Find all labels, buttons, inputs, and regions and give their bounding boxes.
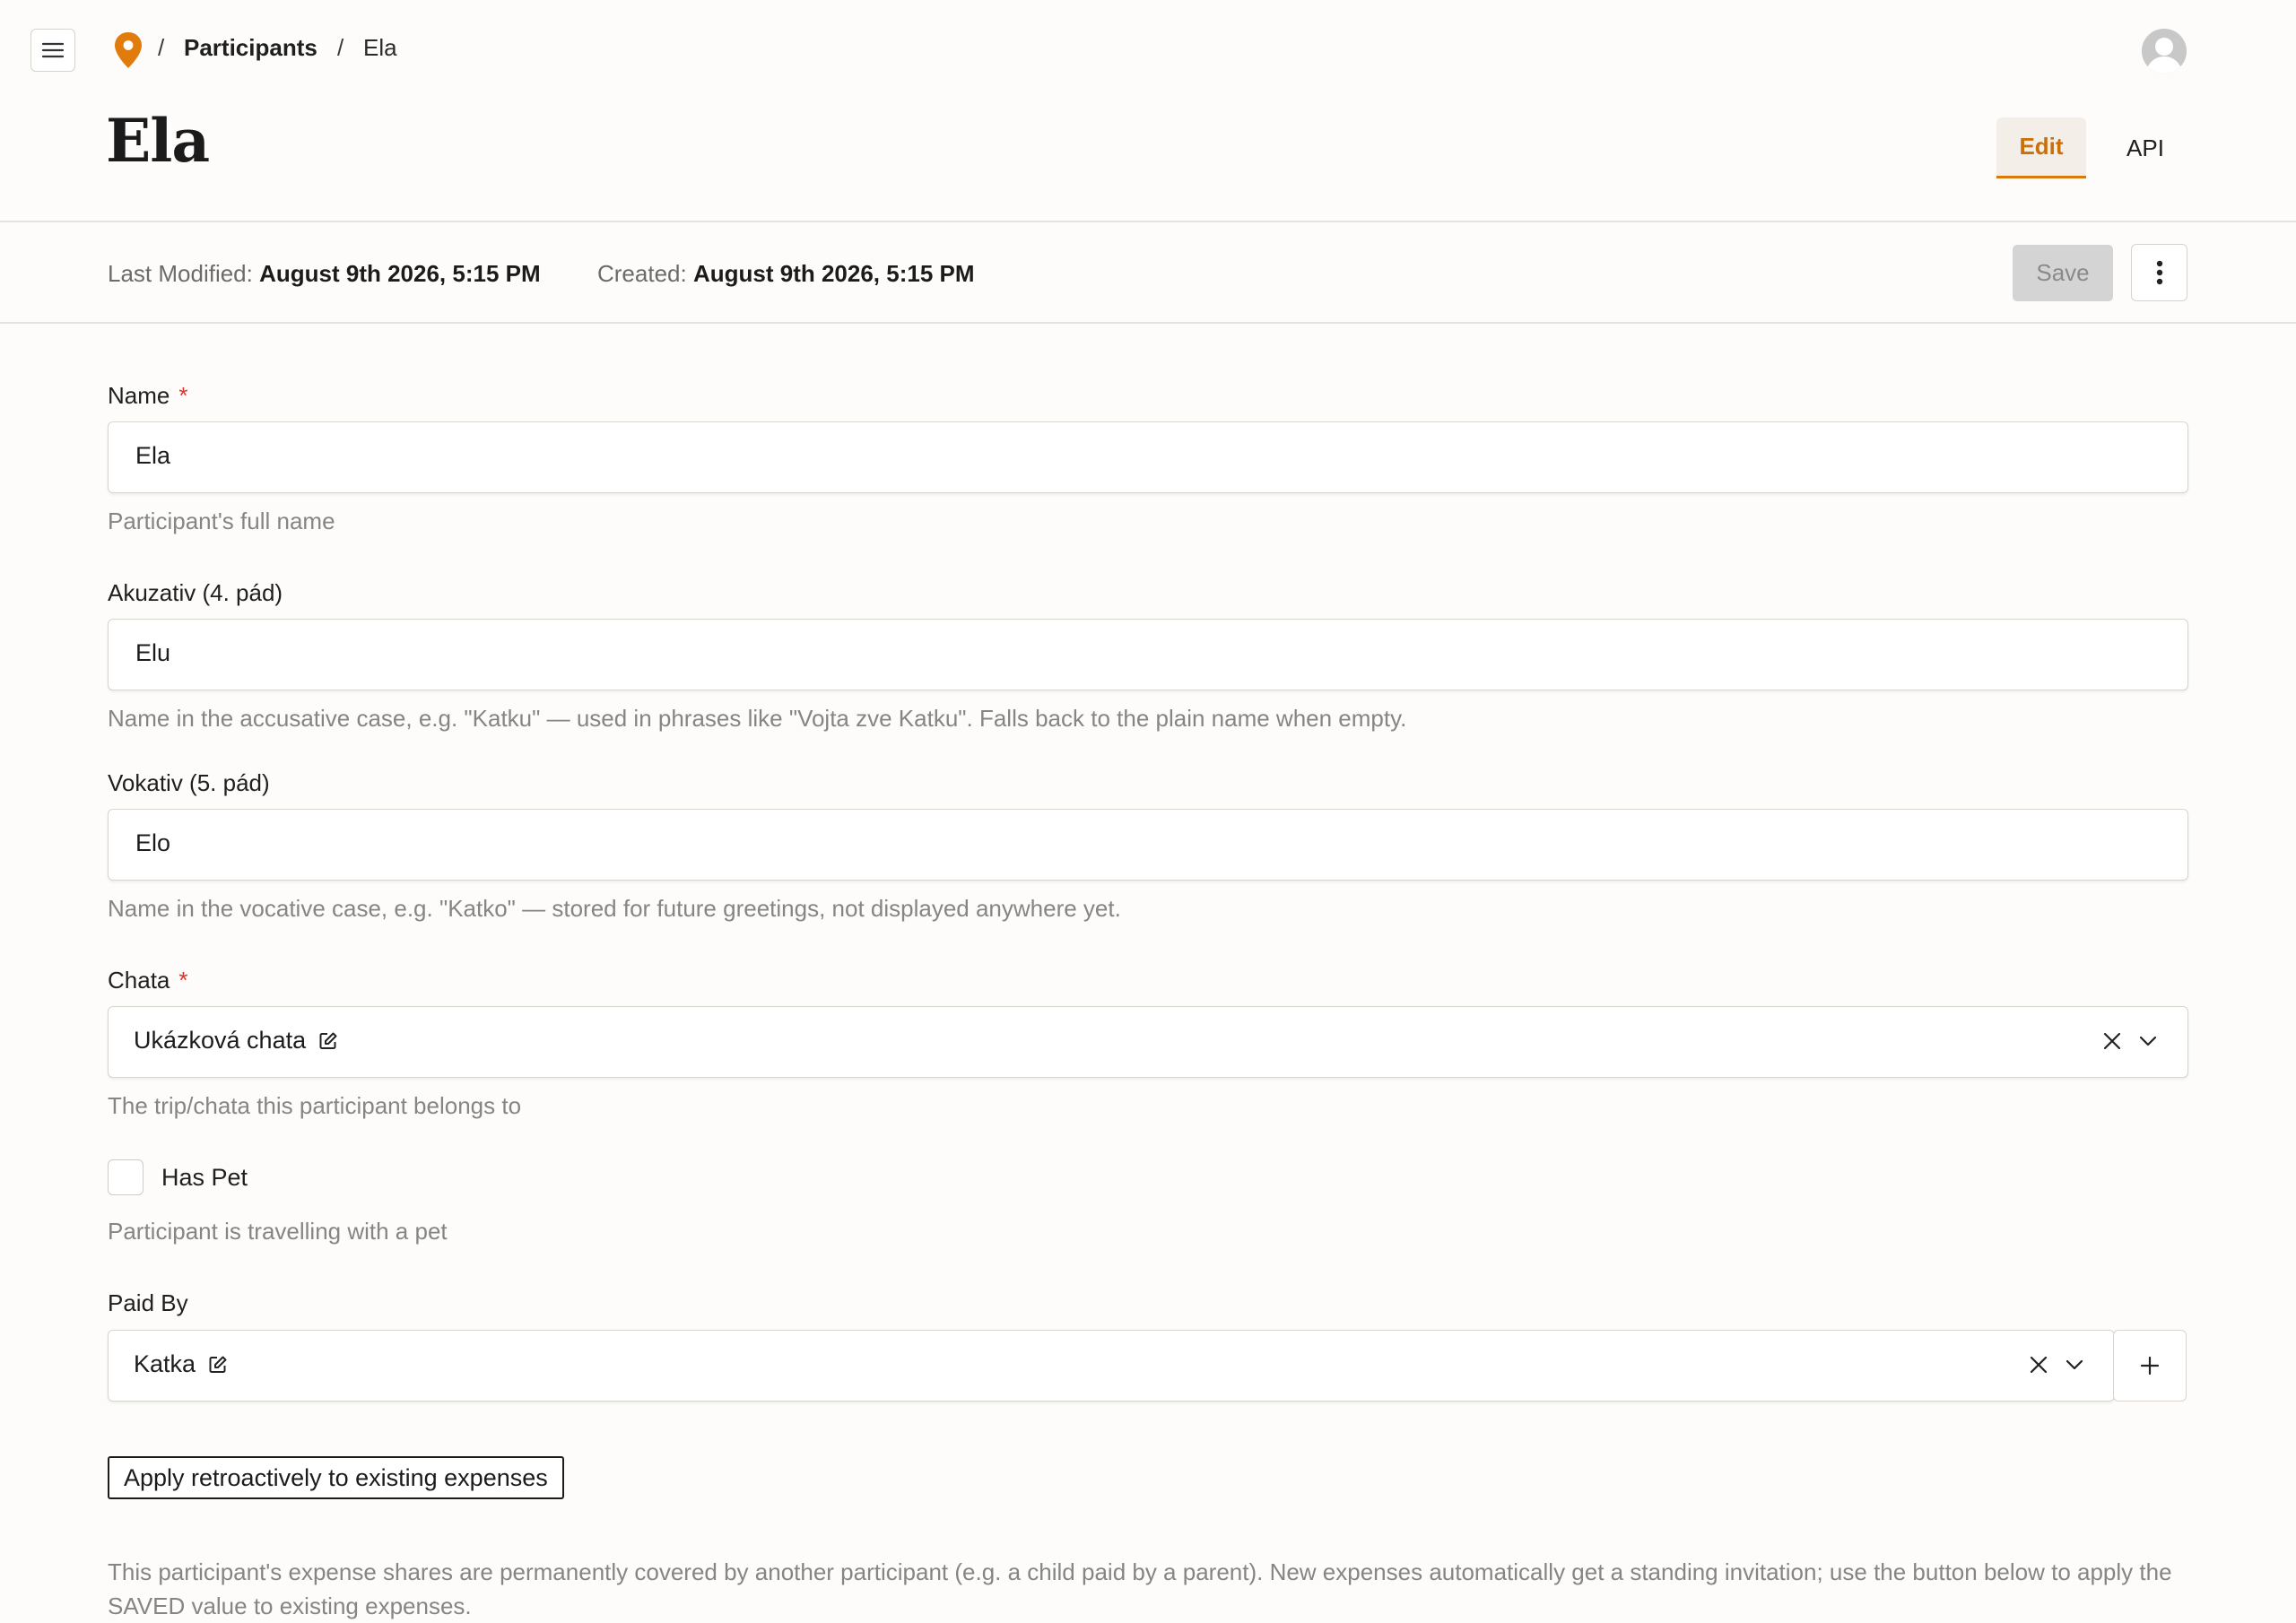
chata-selected: Ukázková chata xyxy=(134,1027,338,1055)
last-modified: Last Modified: August 9th 2026, 5:15 PM xyxy=(108,260,541,288)
edit-square-icon[interactable] xyxy=(318,1031,338,1051)
has-pet-checkbox[interactable] xyxy=(108,1159,144,1195)
has-pet-label[interactable]: Has Pet xyxy=(161,1164,248,1192)
created-value: August 9th 2026, 5:15 PM xyxy=(692,260,975,287)
name-help: Participant's full name xyxy=(108,508,335,534)
chata-help: The trip/chata this participant belongs … xyxy=(108,1092,522,1119)
chata-selected-value: Ukázková chata xyxy=(134,1027,307,1054)
apply-retroactively-button[interactable]: Apply retroactively to existing expenses xyxy=(108,1456,564,1499)
hamburger-icon xyxy=(42,42,64,58)
chevron-down-icon[interactable] xyxy=(2064,1354,2085,1376)
name-field[interactable]: Ela xyxy=(108,421,2188,493)
close-icon[interactable] xyxy=(2101,1030,2123,1052)
plus-icon xyxy=(2139,1355,2161,1376)
chata-label: Chata * xyxy=(108,967,188,994)
paid-by-help: This participant's expense shares are pe… xyxy=(108,1558,2172,1619)
created-label: Created: xyxy=(597,260,687,287)
vokativ-field-value: Elo xyxy=(135,829,171,856)
breadcrumb-participants-link[interactable]: Participants xyxy=(184,34,317,62)
paid-by-selected-value: Katka xyxy=(134,1350,196,1377)
page-title: Ela xyxy=(106,106,210,176)
vokativ-field[interactable]: Elo xyxy=(108,809,2188,881)
akuzativ-field[interactable]: Elu xyxy=(108,619,2188,690)
last-modified-value: August 9th 2026, 5:15 PM xyxy=(259,260,541,287)
kebab-icon xyxy=(2156,260,2163,285)
akuzativ-label: Akuzativ (4. pád) xyxy=(108,579,283,606)
menu-button[interactable] xyxy=(30,29,75,72)
save-button[interactable]: Save xyxy=(2013,245,2113,301)
divider xyxy=(0,322,2296,324)
breadcrumb-separator: / xyxy=(337,34,344,61)
required-mark: * xyxy=(178,967,188,994)
tab-edit[interactable]: Edit xyxy=(1996,117,2086,178)
vokativ-label: Vokativ (5. pád) xyxy=(108,769,270,796)
close-icon[interactable] xyxy=(2028,1354,2049,1376)
edit-square-icon[interactable] xyxy=(208,1355,228,1375)
chevron-down-icon[interactable] xyxy=(2137,1030,2159,1052)
name-label: Name * xyxy=(108,382,187,410)
tab-api[interactable]: API xyxy=(2108,117,2183,178)
vokativ-help: Name in the vocative case, e.g. "Katko" … xyxy=(108,895,1121,922)
akuzativ-help: Name in the accusative case, e.g. "Katku… xyxy=(108,705,1407,732)
has-pet-help: Participant is travelling with a pet xyxy=(108,1218,448,1245)
more-actions-button[interactable] xyxy=(2131,244,2187,301)
breadcrumb-current: Ela xyxy=(363,34,397,61)
add-paid-by-button[interactable] xyxy=(2113,1330,2187,1402)
user-avatar-icon[interactable] xyxy=(2142,29,2187,74)
chata-select[interactable]: Ukázková chata xyxy=(108,1006,2188,1078)
breadcrumb-separator: / xyxy=(158,34,165,61)
chata-label-text: Chata xyxy=(108,967,170,994)
paid-by-label: Paid By xyxy=(108,1289,188,1316)
paid-by-selected: Katka xyxy=(134,1350,228,1378)
last-modified-label: Last Modified: xyxy=(108,260,253,287)
required-mark: * xyxy=(178,382,188,409)
divider xyxy=(0,221,2296,222)
name-label-text: Name xyxy=(108,382,170,409)
paid-by-select[interactable]: Katka xyxy=(108,1330,2115,1402)
name-field-value: Ela xyxy=(135,442,171,469)
akuzativ-field-value: Elu xyxy=(135,639,171,666)
created: Created: August 9th 2026, 5:15 PM xyxy=(597,260,975,288)
map-pin-icon[interactable] xyxy=(111,30,145,70)
